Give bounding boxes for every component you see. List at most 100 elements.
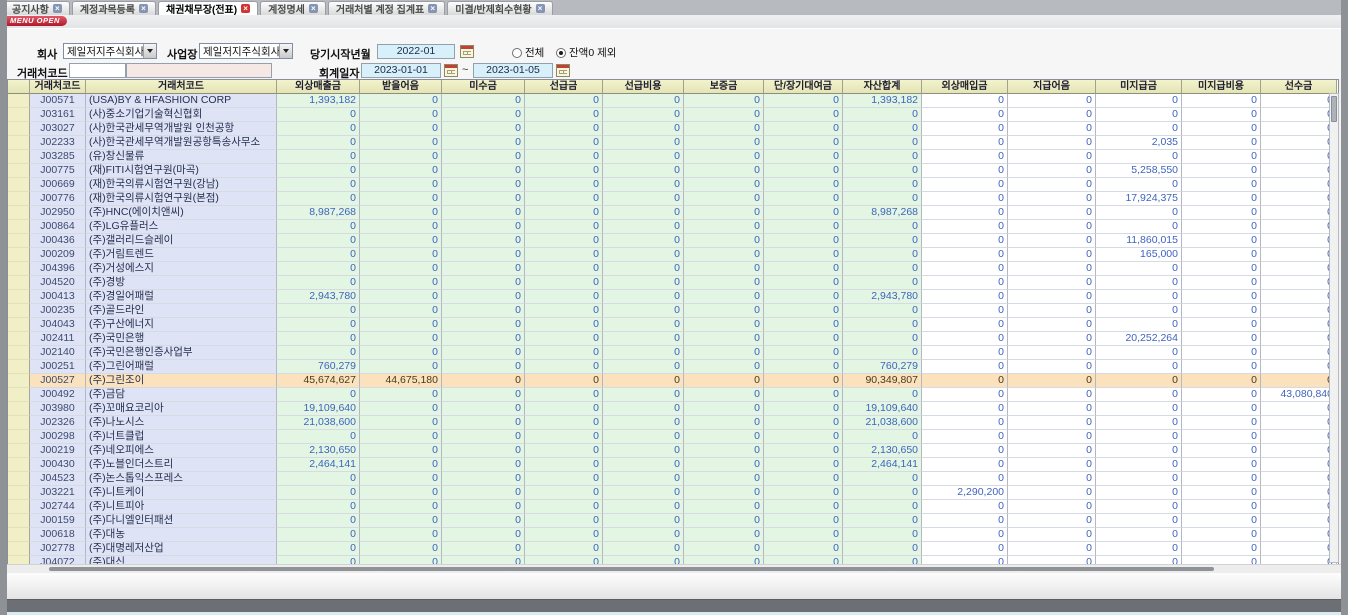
amount-cell[interactable]: 0 [922, 360, 1008, 374]
amount-cell[interactable]: 0 [1008, 94, 1096, 108]
amount-cell[interactable]: 0 [360, 346, 442, 360]
row-selector[interactable] [8, 472, 30, 486]
amount-cell[interactable]: 0 [1096, 416, 1182, 430]
amount-cell[interactable]: 0 [360, 318, 442, 332]
amount-cell[interactable]: 0 [922, 220, 1008, 234]
vendor-code-cell[interactable]: J03161 [30, 108, 86, 122]
amount-cell[interactable]: 17,924,375 [1096, 192, 1182, 206]
amount-cell[interactable]: 0 [603, 192, 684, 206]
vertical-scrollbar-thumb[interactable] [1331, 96, 1337, 122]
vendor-name-cell[interactable]: (주)금담 [86, 388, 277, 402]
amount-cell[interactable]: 0 [684, 178, 764, 192]
row-selector[interactable] [8, 290, 30, 304]
table-row[interactable]: J03285(유)창신물류0000000000000 [8, 150, 1338, 164]
amount-cell[interactable]: 0 [1008, 402, 1096, 416]
amount-cell[interactable]: 0 [1096, 290, 1182, 304]
amount-cell[interactable]: 0 [360, 542, 442, 556]
amount-cell[interactable]: 0 [843, 164, 922, 178]
vendor-name-cell[interactable]: (주)다니엘인터패션 [86, 514, 277, 528]
vendor-name-cell[interactable]: (재)한국의류시험연구원(본점) [86, 192, 277, 206]
amount-cell[interactable]: 0 [764, 150, 843, 164]
row-selector[interactable] [8, 234, 30, 248]
tab-3[interactable]: 계정명세× [260, 1, 326, 15]
amount-cell[interactable]: 0 [525, 234, 603, 248]
vendor-code-cell[interactable]: J00492 [30, 388, 86, 402]
amount-cell[interactable]: 0 [764, 304, 843, 318]
amount-cell[interactable]: 0 [360, 136, 442, 150]
vendor-code-cell[interactable]: J00527 [30, 374, 86, 388]
amount-cell[interactable]: 0 [525, 164, 603, 178]
amount-cell[interactable]: 0 [764, 262, 843, 276]
amount-cell[interactable]: 45,674,627 [277, 374, 360, 388]
row-selector[interactable] [8, 458, 30, 472]
amount-cell[interactable]: 0 [442, 458, 525, 472]
vendor-code-cell[interactable]: J02744 [30, 500, 86, 514]
amount-cell[interactable]: 0 [442, 276, 525, 290]
amount-cell[interactable]: 0 [1096, 528, 1182, 542]
amount-cell[interactable]: 0 [843, 346, 922, 360]
amount-cell[interactable]: 0 [922, 430, 1008, 444]
row-selector[interactable] [8, 178, 30, 192]
amount-cell[interactable]: 0 [525, 290, 603, 304]
amount-cell[interactable]: 0 [764, 220, 843, 234]
amount-cell[interactable]: 0 [764, 472, 843, 486]
row-selector[interactable] [8, 192, 30, 206]
amount-cell[interactable]: 0 [1008, 192, 1096, 206]
table-row[interactable]: J00430(주)노블인더스트리2,464,1410000002,464,141… [8, 458, 1338, 472]
amount-cell[interactable]: 0 [1182, 136, 1261, 150]
column-header[interactable]: 미지급비용 [1182, 80, 1261, 94]
amount-cell[interactable]: 0 [360, 458, 442, 472]
amount-cell[interactable]: 0 [922, 164, 1008, 178]
amount-cell[interactable]: 0 [360, 290, 442, 304]
amount-cell[interactable]: 0 [1008, 542, 1096, 556]
amount-cell[interactable]: 0 [1261, 304, 1337, 318]
amount-cell[interactable]: 0 [525, 528, 603, 542]
amount-cell[interactable]: 0 [603, 458, 684, 472]
table-row[interactable]: J00298(주)너트클럽0000000000000 [8, 430, 1338, 444]
amount-cell[interactable]: 0 [442, 262, 525, 276]
amount-cell[interactable]: 0 [442, 164, 525, 178]
amount-cell[interactable]: 0 [1182, 528, 1261, 542]
amount-cell[interactable]: 0 [764, 94, 843, 108]
vendor-code-cell[interactable]: J04523 [30, 472, 86, 486]
amount-cell[interactable]: 0 [1008, 206, 1096, 220]
vendor-name-cell[interactable]: (주)대명레저산업 [86, 542, 277, 556]
amount-cell[interactable]: 0 [1261, 500, 1337, 514]
amount-cell[interactable]: 0 [525, 262, 603, 276]
amount-cell[interactable]: 0 [1008, 108, 1096, 122]
amount-cell[interactable]: 0 [1261, 444, 1337, 458]
amount-cell[interactable]: 0 [1182, 416, 1261, 430]
amount-cell[interactable]: 0 [1182, 444, 1261, 458]
amount-cell[interactable]: 0 [764, 528, 843, 542]
amount-cell[interactable]: 0 [525, 178, 603, 192]
company-select[interactable]: 제일저지주식회사 [63, 43, 157, 59]
amount-cell[interactable]: 0 [603, 164, 684, 178]
calendar-icon[interactable] [444, 64, 458, 77]
column-header[interactable]: 외상매입금 [922, 80, 1008, 94]
amount-cell[interactable]: 0 [1261, 458, 1337, 472]
row-selector[interactable] [8, 150, 30, 164]
period-input[interactable]: 2022-01 [377, 44, 455, 59]
amount-cell[interactable]: 0 [684, 444, 764, 458]
amount-cell[interactable]: 0 [843, 388, 922, 402]
amount-cell[interactable]: 0 [1182, 262, 1261, 276]
table-row[interactable]: J03980(주)꼬매요코리아19,109,64000000019,109,64… [8, 402, 1338, 416]
amount-cell[interactable]: 0 [1261, 528, 1337, 542]
vendor-code-cell[interactable]: J03027 [30, 122, 86, 136]
amount-cell[interactable]: 0 [922, 206, 1008, 220]
amount-cell[interactable]: 0 [603, 500, 684, 514]
row-selector[interactable] [8, 276, 30, 290]
table-row[interactable]: J02744(주)니트피아0000000000000 [8, 500, 1338, 514]
amount-cell[interactable]: 0 [525, 332, 603, 346]
amount-cell[interactable]: 0 [1008, 458, 1096, 472]
amount-cell[interactable]: 0 [684, 542, 764, 556]
vendor-name-cell[interactable]: (사)한국관세무역개발원공항특송사무소 [86, 136, 277, 150]
amount-cell[interactable]: 0 [360, 262, 442, 276]
amount-cell[interactable]: 43,080,840 [1261, 388, 1337, 402]
amount-cell[interactable]: 0 [1096, 430, 1182, 444]
amount-cell[interactable]: 0 [922, 514, 1008, 528]
amount-cell[interactable]: 0 [442, 542, 525, 556]
amount-cell[interactable]: 0 [603, 388, 684, 402]
amount-cell[interactable]: 0 [442, 332, 525, 346]
amount-cell[interactable]: 0 [843, 192, 922, 206]
